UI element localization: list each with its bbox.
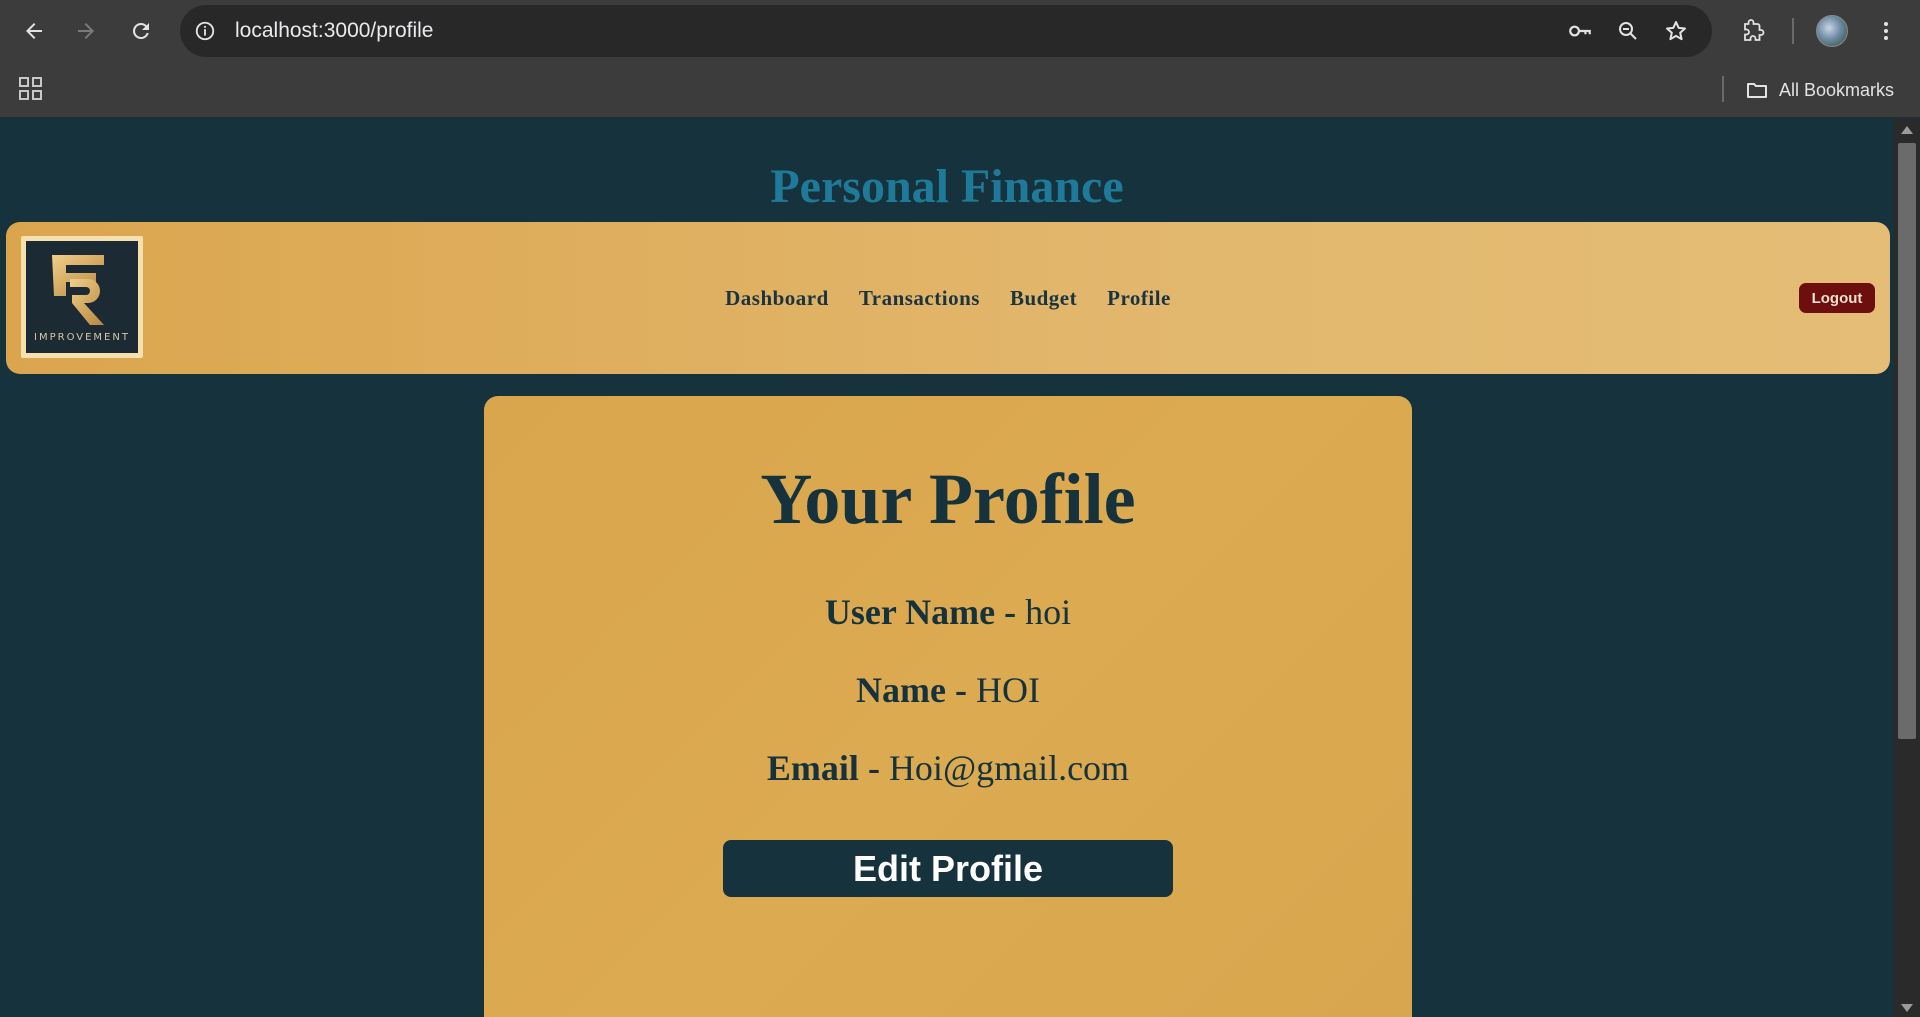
puzzle-icon (1744, 19, 1765, 41)
edit-profile-button[interactable]: Edit Profile (723, 840, 1173, 897)
nav-dashboard[interactable]: Dashboard (725, 286, 829, 311)
nav-budget[interactable]: Budget (1010, 286, 1077, 311)
email-label: Email (766, 748, 859, 788)
page-viewport: Personal Finance IMPROVEMENT Dashboard T… (0, 119, 1894, 1017)
logout-button[interactable]: Logout (1799, 283, 1875, 313)
scroll-thumb[interactable] (1898, 143, 1916, 739)
url-text[interactable]: localhost:3000/profile (235, 5, 433, 57)
star-icon[interactable] (1662, 17, 1690, 45)
logo-badge: IMPROVEMENT (26, 241, 138, 353)
all-bookmarks-button[interactable]: All Bookmarks (1745, 74, 1894, 106)
vertical-scrollbar[interactable] (1894, 119, 1920, 1017)
folder-icon (1747, 83, 1767, 98)
email-separator: - (867, 748, 880, 788)
scroll-down-arrow[interactable] (1901, 1004, 1913, 1012)
extensions-button[interactable] (1733, 11, 1773, 51)
page-title: Your Profile (760, 459, 1136, 539)
apps-grid-icon[interactable] (16, 74, 46, 104)
profile-avatar[interactable] (1816, 15, 1848, 47)
name-label: Name (856, 670, 946, 710)
nav-profile[interactable]: Profile (1107, 286, 1171, 311)
nav-links: Dashboard Transactions Budget Profile (6, 222, 1890, 374)
email-value: Hoi@gmail.com (888, 748, 1130, 788)
bookmarks-bar: All Bookmarks (0, 62, 1920, 118)
menu-button[interactable] (1866, 11, 1906, 51)
username-value: hoi (1025, 592, 1072, 632)
arrow-left-icon (26, 23, 42, 39)
kebab-menu-icon (1884, 22, 1888, 40)
profile-card: Your Profile User Name - hoi Name - HOI … (484, 396, 1412, 1017)
username-separator: - (1004, 592, 1017, 632)
arrow-right-icon (78, 23, 94, 39)
bookmarks-divider (1722, 76, 1724, 102)
rupee-logo-icon (52, 255, 104, 325)
name-row: Name - HOI (484, 669, 1412, 711)
nav-transactions[interactable]: Transactions (859, 286, 980, 311)
reload-icon (133, 23, 149, 39)
site-info-icon[interactable] (192, 18, 218, 44)
address-bar[interactable]: localhost:3000/profile (180, 5, 1712, 57)
zoom-icon[interactable] (1614, 17, 1642, 45)
logo[interactable]: IMPROVEMENT (21, 236, 143, 358)
username-row: User Name - hoi (484, 591, 1412, 633)
scroll-up-arrow[interactable] (1901, 126, 1913, 134)
key-icon[interactable] (1566, 17, 1594, 45)
reload-button[interactable] (121, 11, 161, 51)
navbar: IMPROVEMENT Dashboard Transactions Budge… (6, 222, 1890, 374)
site-title: Personal Finance (770, 160, 1124, 213)
username-label: User Name (824, 592, 996, 632)
forward-button[interactable] (66, 11, 106, 51)
logo-text: IMPROVEMENT (34, 332, 130, 343)
browser-toolbar: localhost:3000/profile (0, 0, 1920, 62)
all-bookmarks-label: All Bookmarks (1779, 79, 1895, 100)
back-button[interactable] (14, 11, 54, 51)
toolbar-divider (1792, 18, 1794, 44)
email-row: Email - Hoi@gmail.com (484, 747, 1412, 789)
name-value: HOI (975, 670, 1040, 710)
name-separator: - (954, 670, 967, 710)
